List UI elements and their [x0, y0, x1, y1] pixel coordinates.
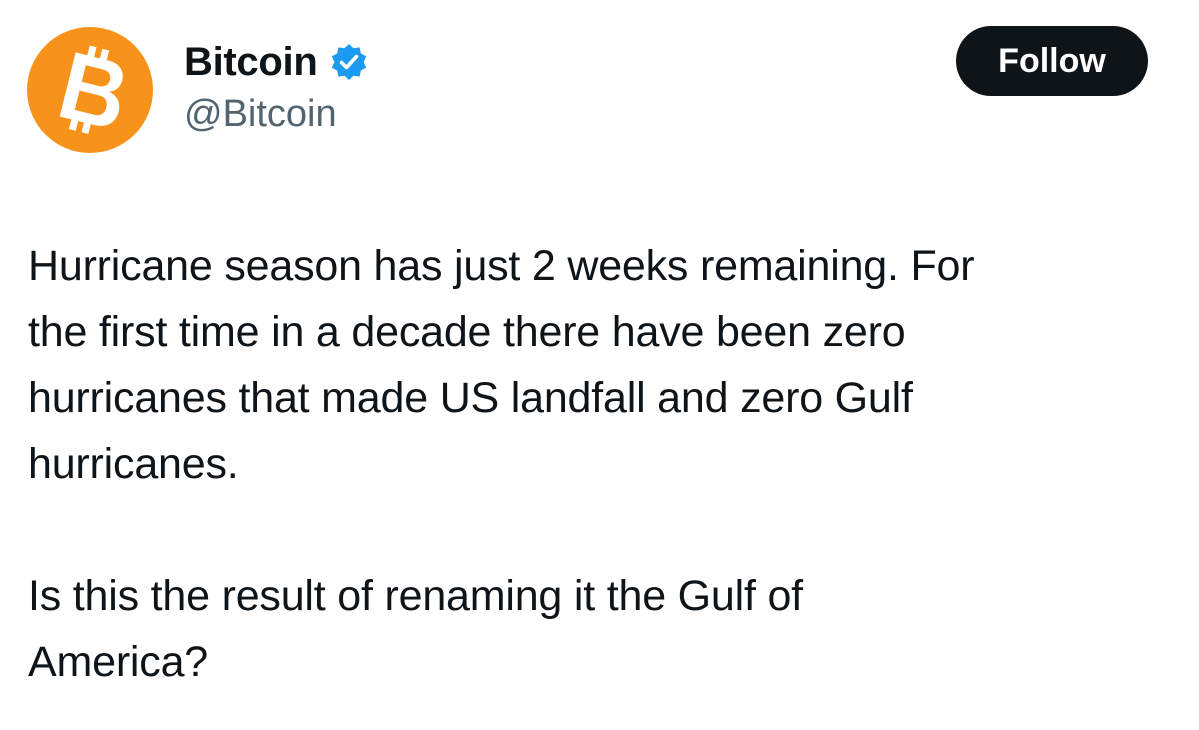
tweet-text: Hurricane season has just 2 weeks remain…	[28, 242, 975, 686]
follow-button[interactable]: Follow	[956, 26, 1148, 96]
author-display-name[interactable]: Bitcoin	[184, 38, 318, 86]
author-name-row: Bitcoin	[184, 38, 369, 86]
bitcoin-logo-icon	[27, 27, 153, 153]
avatar[interactable]	[27, 27, 153, 153]
tweet-card: Bitcoin @Bitcoin Follow Hurricane season…	[0, 0, 1199, 730]
author-handle[interactable]: @Bitcoin	[184, 90, 337, 138]
verified-badge-icon[interactable]	[329, 42, 369, 82]
